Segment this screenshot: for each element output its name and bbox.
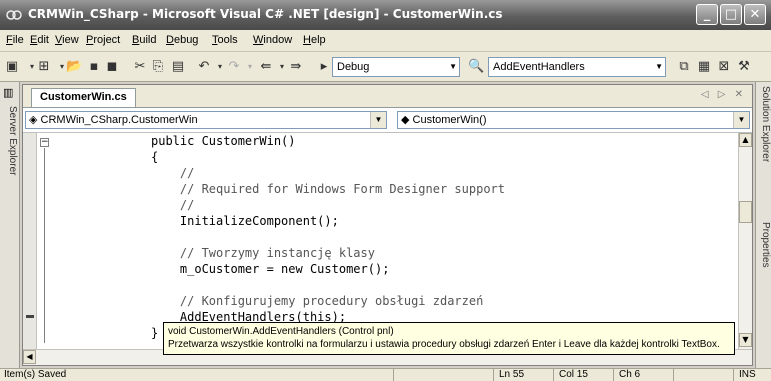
code-line[interactable] [61,229,505,245]
standard-toolbar: ▣ ▾ ⊞ ▾ 📂 ▪ ◼ ✂ ⎘ ▤ ↶ ▾ ↷ ▾ ⇚ ▾ ⇛ ▸ Debu… [0,52,771,82]
code-line[interactable]: // Tworzymy instancję klasy [61,245,505,261]
minimize-button[interactable]: _ [696,4,718,25]
menu-bar: File Edit View Project Build Debug Tools Window… [0,30,771,52]
title-bar: CRMWin_CSharp - Microsoft Visual C# .NET… [0,0,771,30]
class-select[interactable]: ◈ CRMWin_CSharp.CustomerWin ▼ [25,111,387,129]
close-button[interactable]: ✕ [744,4,766,25]
code-text[interactable]: public CustomerWin(){ // // Required for… [61,133,505,341]
scroll-left-icon[interactable]: ◀ [23,350,36,364]
window-title: CRMWin_CSharp - Microsoft Visual C# .NET… [28,7,503,21]
status-line: Ln 55 [493,369,553,381]
code-navigation-bar: ◈ CRMWin_CSharp.CustomerWin ▼ ◆ Customer… [23,107,752,133]
save-icon[interactable]: ▪ [86,59,102,75]
tab-customerwin-cs[interactable]: CustomerWin.cs [31,88,136,107]
scroll-down-icon[interactable]: ▼ [739,333,752,347]
add-item-icon[interactable]: ⊞ [36,59,52,75]
status-spacer [393,369,493,381]
member-select-value: CustomerWin() [412,114,487,126]
find-icon[interactable]: 🔍 [468,59,484,75]
status-char: Ch 6 [613,369,673,381]
save-all-icon[interactable]: ◼ [104,59,120,75]
menu-item-project[interactable]: Project [86,34,120,46]
current-line-marker [26,315,34,318]
outline-line [44,148,45,343]
find-combo-value: AddEventHandlers [493,61,585,73]
member-select[interactable]: ◆ CustomerWin() ▼ [397,111,750,129]
class-view-icon[interactable]: ⚒ [736,59,752,75]
undo-icon[interactable]: ↶ [196,59,212,75]
server-explorer-icon: ▥ [3,86,14,99]
visual-studio-app-icon[interactable] [6,7,22,23]
properties-icon[interactable]: ▦ [696,59,712,75]
class-icon: ◈ [29,114,38,126]
cut-icon[interactable]: ✂ [132,59,148,75]
open-icon[interactable]: 📂 [66,59,82,75]
collapse-toggle[interactable]: − [40,138,49,147]
solution-explorer-icon[interactable]: ⧉ [676,59,692,75]
menu-item-tools[interactable]: Tools [212,34,238,46]
tooltip-signature: void CustomerWin.AddEventHandlers (Contr… [168,326,394,337]
status-insert-mode: INS [733,369,771,381]
tooltip-description: Przetwarza wszystkie kontrolki na formul… [168,339,720,350]
paste-icon[interactable]: ▤ [170,59,186,75]
chevron-down-icon: ▼ [449,62,457,71]
method-icon: ◆ [401,114,410,126]
menu-item-file[interactable]: File [6,34,24,46]
outline-margin [37,133,49,349]
solution-configuration-select[interactable]: Debug ▼ [332,57,460,77]
code-line[interactable]: public CustomerWin() [61,133,505,149]
code-line[interactable]: InitializeComponent(); [61,213,505,229]
copy-icon[interactable]: ⎘ [150,59,166,75]
status-spacer-2 [673,369,733,381]
menu-item-build[interactable]: Build [132,34,156,46]
chevron-down-icon: ▼ [655,62,663,71]
find-combo[interactable]: AddEventHandlers ▼ [488,57,666,77]
status-column: Col 15 [553,369,613,381]
toolbox-icon[interactable]: ⊠ [716,59,732,75]
menu-item-debug[interactable]: Debug [166,34,198,46]
menu-item-window[interactable]: Window [253,34,292,46]
code-line[interactable]: // Konfigurujemy procedury obsługi zdarz… [61,293,505,309]
status-bar: Item(s) Saved Ln 55 Col 15 Ch 6 INS [0,368,771,381]
navigate-forward-icon[interactable]: ⇛ [288,59,304,75]
navigate-back-icon[interactable]: ⇚ [258,59,274,75]
code-line[interactable]: // Required for Windows Form Designer su… [61,181,505,197]
vertical-scrollbar[interactable]: ▲ ▼ [738,133,752,349]
code-line[interactable]: // [61,165,505,181]
solution-configuration-value: Debug [337,61,370,73]
solution-explorer-tab[interactable]: Solution Explorer [757,86,771,162]
scroll-thumb[interactable] [739,201,752,223]
menu-item-edit[interactable]: Edit [30,34,49,46]
code-line[interactable]: // [61,197,505,213]
document-tab-strip: CustomerWin.cs ◁ ▷ ✕ [23,85,752,107]
chevron-down-icon: ▼ [370,112,386,128]
menu-item-view[interactable]: View [55,34,79,46]
server-explorer-label: Server Explorer [7,106,18,176]
server-explorer-tab[interactable]: ▥ Server Explorer [0,82,20,368]
code-editor[interactable]: − public CustomerWin(){ // // Required f… [23,133,738,349]
status-message: Item(s) Saved [4,369,67,380]
properties-tab[interactable]: Properties [757,222,771,268]
code-line[interactable]: m_oCustomer = new Customer(); [61,261,505,277]
chevron-down-icon: ▼ [733,112,749,128]
code-line[interactable] [61,277,505,293]
intellisense-tooltip: void CustomerWin.AddEventHandlers (Contr… [163,322,735,355]
document-nav-controls[interactable]: ◁ ▷ ✕ [701,89,746,100]
code-line[interactable]: { [61,149,505,165]
start-icon[interactable]: ▸ [316,59,332,75]
new-project-icon[interactable]: ▣ [4,59,20,75]
scroll-up-icon[interactable]: ▲ [739,133,752,147]
class-select-value: CRMWin_CSharp.CustomerWin [40,114,198,126]
redo-icon[interactable]: ↷ [226,59,242,75]
redo-dropdown-icon[interactable]: ▾ [242,59,258,75]
menu-item-help[interactable]: Help [303,34,326,46]
right-dock-tabs: Solution Explorer Properties [755,82,771,368]
maximize-button[interactable]: □ [720,4,742,25]
